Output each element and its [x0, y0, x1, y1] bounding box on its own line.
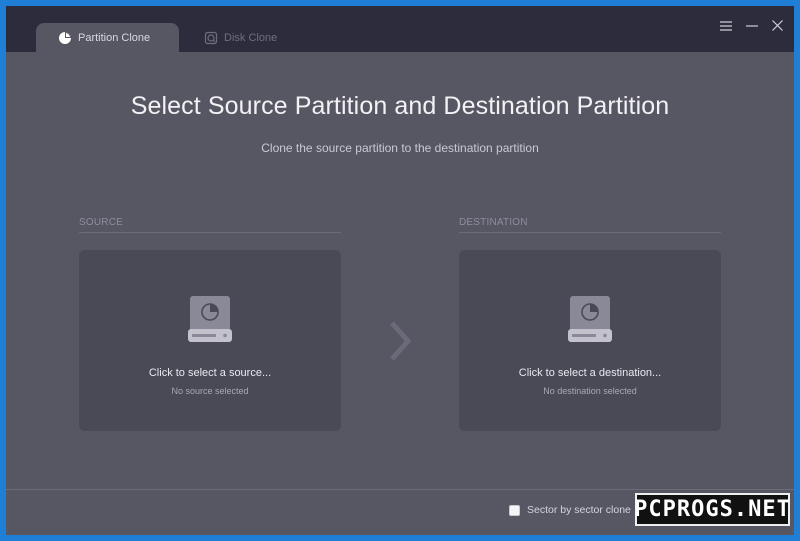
- watermark: PCPROGS.NET: [634, 493, 790, 526]
- source-divider: [79, 232, 341, 233]
- destination-prompt: Click to select a destination...: [518, 367, 662, 379]
- chevron-right-icon: [388, 321, 412, 366]
- footer-divider: [6, 489, 794, 490]
- window-controls: [719, 19, 784, 32]
- disk-icon: [204, 31, 218, 45]
- sector-clone-label: Sector by sector clone: [527, 504, 631, 516]
- sector-clone-option[interactable]: Sector by sector clone: [509, 504, 631, 516]
- source-prompt: Click to select a source...: [148, 367, 272, 379]
- source-status: No source selected: [171, 386, 249, 396]
- pie-chart-icon: [58, 31, 72, 45]
- minimize-icon[interactable]: [745, 19, 758, 32]
- source-label: SOURCE: [79, 217, 123, 228]
- page-title: Select Source Partition and Destination …: [130, 92, 670, 120]
- tab-label: Partition Clone: [78, 31, 151, 44]
- destination-label: DESTINATION: [459, 217, 528, 228]
- destination-select-card[interactable]: Click to select a destination... No dest…: [459, 250, 721, 431]
- app-window: Partition Clone Disk Clone Select Source…: [6, 6, 794, 535]
- close-icon[interactable]: [771, 19, 784, 32]
- drive-icon: [187, 294, 233, 349]
- tab-label: Disk Clone: [224, 31, 278, 44]
- tab-partition-clone[interactable]: Partition Clone: [36, 23, 179, 52]
- sector-clone-checkbox[interactable]: [509, 504, 520, 516]
- tab-disk-clone[interactable]: Disk Clone: [202, 23, 312, 52]
- menu-icon[interactable]: [719, 19, 732, 32]
- page-subtitle: Clone the source partition to the destin…: [261, 141, 539, 155]
- source-select-card[interactable]: Click to select a source... No source se…: [79, 250, 341, 431]
- destination-divider: [459, 232, 721, 233]
- drive-icon: [567, 294, 613, 349]
- title-bar: Partition Clone Disk Clone: [6, 6, 794, 52]
- destination-status: No destination selected: [543, 386, 637, 396]
